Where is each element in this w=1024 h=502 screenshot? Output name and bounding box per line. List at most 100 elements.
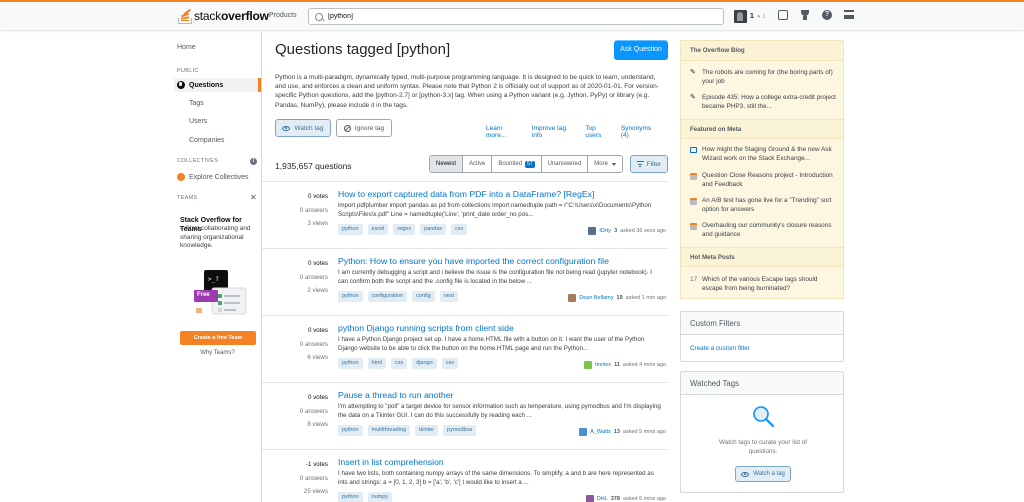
- tag-link[interactable]: configuration: [367, 291, 408, 302]
- user-link[interactable]: A_Watts: [590, 429, 611, 435]
- main-content: Questions tagged [python] Ask Question P…: [262, 30, 668, 502]
- tab-bountied[interactable]: Bountied 57: [492, 156, 542, 172]
- tag-link[interactable]: numpy: [367, 492, 393, 502]
- watched-tags-panel: Watched Tags Watch tags to curate your l…: [680, 371, 844, 493]
- improve-tag-info-link[interactable]: Improve tag info: [532, 125, 578, 139]
- info-icon[interactable]: i: [250, 158, 257, 165]
- nav-explore-collectives[interactable]: Explore Collectives: [177, 173, 249, 181]
- watch-a-tag-button[interactable]: Watch a tag: [735, 466, 791, 482]
- meta-item[interactable]: An A/B test has gone live for a "Trendin…: [690, 197, 838, 214]
- asked-time[interactable]: asked 36 secs ago: [620, 228, 666, 234]
- tag-link[interactable]: python: [338, 291, 363, 302]
- question-title-link[interactable]: Insert in list comprehension: [338, 457, 666, 467]
- question-excerpt: I'm attempting to "poll" a target device…: [338, 403, 661, 419]
- asked-time[interactable]: asked 6 mins ago: [623, 496, 666, 502]
- tag-link[interactable]: regex: [393, 224, 416, 235]
- tag-link[interactable]: next: [439, 291, 459, 302]
- hot-meta-item[interactable]: 17 Which of the various Escape tags shou…: [690, 276, 838, 293]
- magnifier-icon: [753, 406, 775, 428]
- left-sidebar: Home PUBLIC Questions Tags Users Compani…: [174, 30, 262, 502]
- meta-item[interactable]: Question Close Reasons project - Introdu…: [690, 172, 838, 189]
- tab-unanswered[interactable]: Unanswered: [542, 156, 589, 172]
- nav-tags[interactable]: Tags: [189, 100, 204, 107]
- nav-section-collectives: COLLECTIVES: [177, 158, 219, 164]
- pencil-icon: ✎: [690, 69, 696, 76]
- user-profile-link[interactable]: 1 ● 1: [734, 10, 766, 23]
- asked-time[interactable]: asked 5 mins ago: [623, 429, 666, 435]
- site-switcher-icon[interactable]: [844, 10, 854, 19]
- search-box[interactable]: [308, 8, 724, 25]
- nav-companies[interactable]: Companies: [189, 137, 224, 144]
- tag-link[interactable]: multithreading: [367, 425, 411, 436]
- nav-home[interactable]: Home: [177, 44, 196, 51]
- why-teams-link[interactable]: Why Teams?: [174, 350, 261, 356]
- tag-link[interactable]: csv: [451, 224, 468, 235]
- user-avatar[interactable]: [585, 495, 594, 502]
- blog-item[interactable]: ✎ The robots are coming for (the boring …: [690, 69, 838, 86]
- tag-link[interactable]: python: [338, 492, 363, 502]
- question-title-link[interactable]: Python: How to ensure you have imported …: [338, 256, 666, 266]
- tag-link[interactable]: python: [338, 224, 363, 235]
- ask-question-button[interactable]: Ask Question: [614, 40, 668, 60]
- inbox-icon[interactable]: [778, 10, 788, 20]
- filter-button[interactable]: Filter: [630, 155, 668, 173]
- search-input[interactable]: [328, 13, 708, 20]
- tag-link[interactable]: python: [338, 358, 363, 369]
- help-icon[interactable]: ?: [822, 10, 832, 20]
- watched-tags-heading: Watched Tags: [681, 372, 843, 395]
- user-avatar[interactable]: [588, 227, 597, 235]
- tag-link[interactable]: django: [412, 358, 437, 369]
- chevron-down-icon: [611, 162, 616, 166]
- teams-description: – Start collaborating and sharing organi…: [180, 225, 251, 249]
- meta-item[interactable]: Overhauling our community's closure reas…: [690, 222, 838, 239]
- user-link[interactable]: tinnies: [595, 362, 611, 368]
- tag-link[interactable]: pymodbus: [443, 425, 477, 436]
- achievements-icon[interactable]: [800, 10, 810, 20]
- avatar: [734, 10, 747, 23]
- tab-active[interactable]: Active: [463, 156, 493, 172]
- learn-more-link[interactable]: Learn more...: [486, 125, 524, 139]
- asked-time[interactable]: asked 4 mins ago: [623, 362, 666, 368]
- tag-link[interactable]: config: [412, 291, 435, 302]
- answer-count: 0 answers: [299, 206, 328, 214]
- user-link[interactable]: DHL: [597, 496, 608, 502]
- tag-link[interactable]: css: [390, 358, 408, 369]
- question-row: 0 votes 0 answers 2 views Python: How to…: [262, 249, 668, 316]
- watched-tags-text: Watch tags to curate your list of questi…: [719, 439, 807, 455]
- synonyms-link[interactable]: Synonyms (4): [621, 125, 660, 139]
- user-link[interactable]: Dean Bellamy: [579, 295, 613, 301]
- question-title-link[interactable]: How to export captured data from PDF int…: [338, 189, 666, 199]
- watch-tag-button[interactable]: Watch tag: [275, 119, 331, 137]
- blog-item[interactable]: ✎ Episode 435: How a college extra-credi…: [690, 94, 838, 111]
- products-link[interactable]: Products: [269, 12, 297, 19]
- nav-questions[interactable]: Questions: [174, 78, 261, 92]
- tag-link[interactable]: tkinter: [415, 425, 439, 436]
- top-users-link[interactable]: Top users: [585, 125, 613, 139]
- hot-meta-heading: Hot Meta Posts: [681, 247, 843, 267]
- tag-link[interactable]: csv: [441, 358, 458, 369]
- user-avatar[interactable]: [584, 361, 593, 369]
- tag-link[interactable]: html: [367, 358, 386, 369]
- question-tags: python configuration config next: [338, 291, 463, 302]
- meta-item[interactable]: How might the Staging Ground & the new A…: [690, 146, 838, 163]
- asked-time[interactable]: asked 1 min ago: [626, 295, 666, 301]
- question-title-link[interactable]: Pause a thread to run another: [338, 390, 666, 400]
- tab-more[interactable]: More: [588, 156, 622, 172]
- tag-link[interactable]: excel: [367, 224, 389, 235]
- tab-newest[interactable]: Newest: [430, 156, 464, 172]
- create-team-button[interactable]: Create a free Team: [180, 331, 256, 345]
- meta-heading: Featured on Meta: [681, 119, 843, 139]
- tag-link[interactable]: pandas: [420, 224, 447, 235]
- answer-count: 0 answers: [299, 340, 328, 348]
- ignore-tag-button[interactable]: Ignore tag: [336, 119, 392, 137]
- user-avatar[interactable]: [579, 428, 588, 436]
- user-avatar[interactable]: [568, 294, 577, 302]
- create-custom-filter-link[interactable]: Create a custom filter: [681, 335, 843, 362]
- user-link[interactable]: lOrty: [599, 228, 611, 234]
- stackoverflow-logo[interactable]: stackoverflow: [178, 8, 269, 24]
- teams-illustration-icon: >_?: [194, 270, 247, 315]
- nav-users[interactable]: Users: [189, 118, 207, 125]
- tag-link[interactable]: python: [338, 425, 363, 436]
- close-icon[interactable]: ✕: [250, 193, 257, 202]
- question-title-link[interactable]: python Django running scripts from clien…: [338, 323, 666, 333]
